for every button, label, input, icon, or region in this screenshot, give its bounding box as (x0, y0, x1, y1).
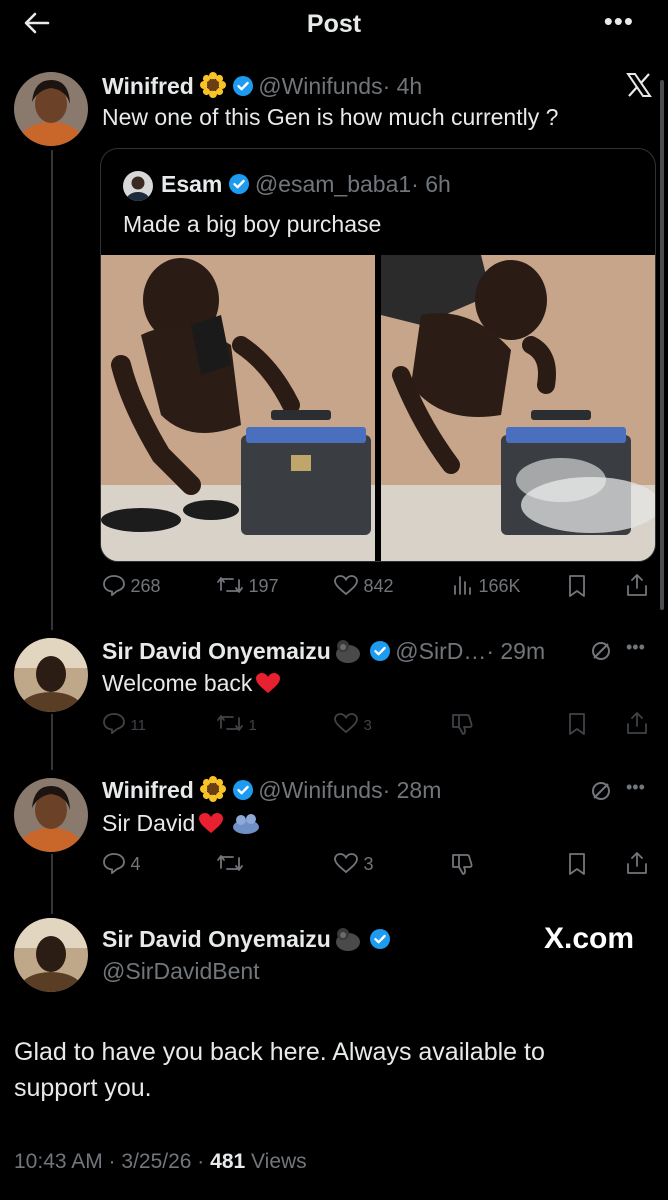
post-text: Welcome back (102, 670, 253, 696)
verified-badge-icon (369, 641, 390, 661)
author-name[interactable]: Sir David Onyemaizu (102, 638, 331, 664)
like-count: 842 (363, 576, 394, 596)
avatar[interactable] (14, 638, 88, 712)
views-button[interactable]: 166K (452, 574, 521, 597)
more-options-icon[interactable]: ••• (626, 777, 645, 798)
author-name[interactable]: Winifred (102, 777, 194, 803)
reply-icon (103, 713, 125, 734)
repost-count: 1 (248, 717, 257, 734)
share-icon[interactable] (624, 572, 650, 598)
author-handle[interactable]: @SirD… (395, 638, 486, 664)
thread-line (51, 150, 53, 630)
like-button[interactable]: 3 (333, 712, 372, 735)
thread-line (51, 854, 53, 914)
heart-icon (334, 713, 358, 734)
post-time[interactable]: · 28m (383, 777, 442, 803)
verified-badge-icon (232, 780, 253, 800)
reply-icon (103, 853, 125, 874)
main-author-name[interactable]: Sir David Onyemaizu (102, 926, 331, 952)
repost-button[interactable]: 1 (216, 712, 257, 735)
post-text: New one of this Gen is how much currentl… (102, 104, 559, 130)
views-label: Views (251, 1150, 307, 1173)
avatar[interactable] (14, 778, 88, 852)
red-heart-icon (199, 813, 224, 833)
verified-badge-icon (369, 929, 390, 949)
sunflower-icon (199, 776, 226, 802)
gorilla-icon (335, 928, 360, 951)
post-time[interactable]: · 4h (383, 73, 423, 99)
sunflower-icon (199, 72, 226, 98)
author-handle[interactable]: @Winifunds (258, 73, 382, 99)
dislike-icon[interactable] (450, 852, 474, 876)
quoted-avatar (123, 171, 153, 201)
post-time[interactable]: · 29m (486, 638, 545, 664)
views-count: 481 (210, 1150, 246, 1173)
reply-button[interactable]: 11 (102, 712, 146, 735)
more-options-icon[interactable]: ••• (604, 6, 634, 37)
reply-count: 4 (130, 854, 141, 874)
verified-badge-icon (229, 174, 250, 194)
reply-count: 268 (130, 576, 161, 596)
repost-icon[interactable] (216, 852, 244, 874)
repost-icon (217, 577, 243, 593)
like-count: 3 (363, 717, 372, 734)
xcom-watermark: X.com (544, 922, 635, 955)
heart-icon (334, 575, 358, 596)
quoted-image-2[interactable] (381, 255, 655, 561)
page-title: Post (306, 10, 362, 38)
heart-icon (334, 853, 358, 874)
repost-button[interactable]: 197 (216, 574, 279, 597)
red-heart-icon (256, 673, 281, 693)
x-logo-icon (626, 73, 652, 97)
timestamp-text: 10:43 AM · 3/25/26 · (14, 1150, 205, 1173)
post-text: Sir David (102, 810, 196, 836)
gorilla-icon (335, 640, 360, 663)
bookmark-icon[interactable] (566, 574, 588, 598)
reply-button[interactable]: 268 (102, 574, 161, 597)
analytics-icon (454, 576, 471, 595)
bookmark-icon[interactable] (566, 852, 588, 876)
quoted-post-time: · 6h (411, 171, 451, 197)
post-timestamp: 10:43 AM · 3/25/26 · 481 Views (14, 1150, 307, 1174)
edited-icon[interactable] (590, 640, 612, 662)
share-icon[interactable] (624, 710, 650, 736)
reply-count: 11 (130, 717, 147, 734)
like-button[interactable]: 3 (333, 852, 373, 875)
more-options-icon[interactable]: ••• (626, 637, 645, 658)
repost-icon (217, 715, 243, 731)
avatar[interactable] (14, 918, 88, 992)
thread-line (51, 714, 53, 770)
like-button[interactable]: 842 (333, 574, 394, 597)
verified-badge-icon (232, 76, 253, 96)
avatar[interactable] (14, 72, 88, 146)
quoted-author-name: Esam (161, 171, 223, 197)
edited-icon[interactable] (590, 780, 612, 802)
author-handle[interactable]: @Winifunds (258, 777, 382, 803)
repost-count: 197 (248, 576, 279, 596)
main-author-handle[interactable]: @SirDavidBent (102, 958, 260, 985)
reply-icon (103, 575, 125, 596)
share-icon[interactable] (624, 850, 650, 876)
handshake-icon (233, 814, 260, 834)
quoted-post-text: Made a big boy purchase (123, 211, 382, 237)
reply-button[interactable]: 4 (102, 852, 140, 875)
view-count: 166K (478, 576, 521, 596)
dislike-icon[interactable] (450, 712, 474, 736)
like-count: 3 (363, 854, 374, 874)
quoted-author-handle: @esam_baba1 (254, 171, 412, 197)
scrollbar[interactable] (660, 80, 664, 610)
quoted-image-1[interactable] (101, 255, 375, 561)
main-post-text: Glad to have you back here. Always avail… (14, 1038, 545, 1102)
author-name[interactable]: Winifred (102, 73, 194, 99)
quoted-post[interactable]: Esam @esam_baba1· 6h Made a big boy purc… (100, 148, 656, 562)
bookmark-icon[interactable] (566, 712, 588, 736)
